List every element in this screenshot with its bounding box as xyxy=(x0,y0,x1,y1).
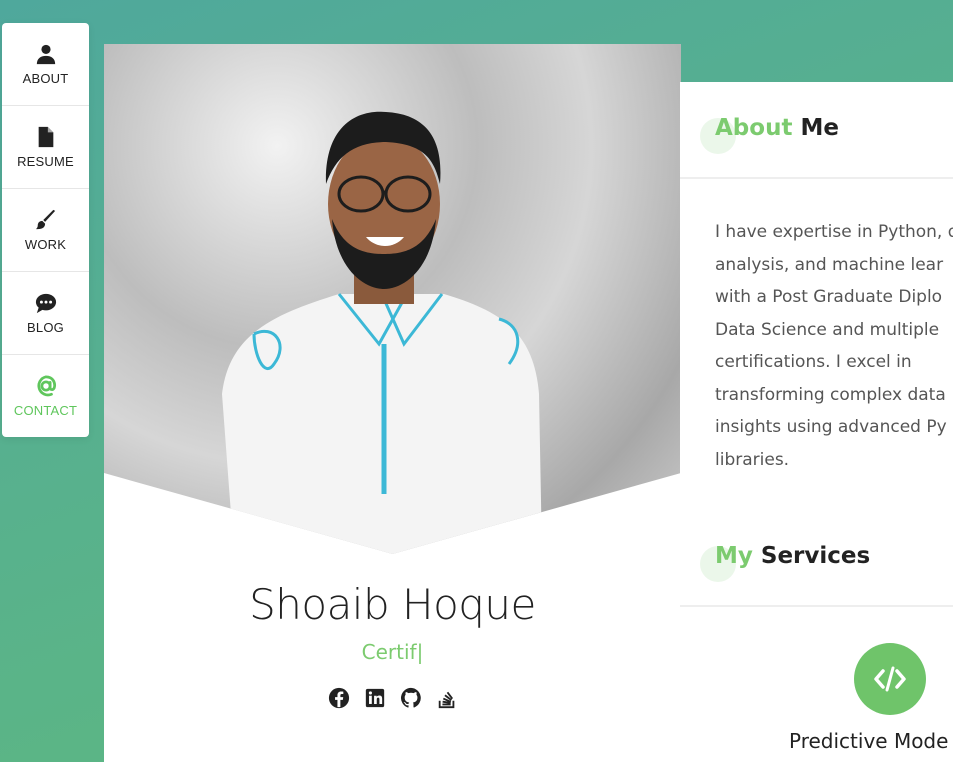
about-title-rest: Me xyxy=(792,115,839,141)
nav-label-resume: RESUME xyxy=(17,153,74,169)
about-line: analysis, and machine lear xyxy=(715,254,944,275)
services-title-accent: My xyxy=(715,543,753,569)
paintbrush-icon xyxy=(35,209,55,229)
linkedin-icon[interactable] xyxy=(364,687,386,709)
portrait-illustration xyxy=(222,111,542,554)
nav-label-blog: BLOG xyxy=(27,319,64,335)
nav-item-work[interactable]: WORK xyxy=(2,189,89,272)
nav-item-about[interactable]: ABOUT xyxy=(2,23,89,106)
github-icon[interactable] xyxy=(400,687,422,709)
about-line: I have expertise in Python, d xyxy=(715,222,953,242)
profile-photo xyxy=(104,44,681,554)
about-line: with a Post Graduate Diplo xyxy=(715,287,943,307)
nav-item-contact[interactable]: CONTACT xyxy=(2,355,89,438)
services-title: My Services xyxy=(715,543,870,569)
code-icon xyxy=(854,643,926,715)
typed-subtitle: Certif| xyxy=(361,640,424,664)
about-title-accent: About xyxy=(715,115,793,141)
person-icon xyxy=(36,44,55,64)
document-icon xyxy=(38,126,53,147)
nav-item-resume[interactable]: RESUME xyxy=(2,106,89,189)
nav-label-contact: CONTACT xyxy=(13,403,78,418)
about-line: insights using advanced Py xyxy=(715,417,947,437)
services-title-rest: Services xyxy=(752,543,871,569)
about-line: libraries. xyxy=(715,449,790,470)
about-title: About Me xyxy=(715,115,839,141)
nav-label-about: ABOUT xyxy=(22,70,69,86)
sidebar-nav: ABOUT RESUME WORK BLOG CONTACT xyxy=(2,23,89,437)
at-sign-icon xyxy=(36,375,56,397)
social-links xyxy=(104,687,681,709)
services-divider xyxy=(680,605,953,607)
chat-bubble-icon xyxy=(35,293,56,313)
stackoverflow-icon[interactable] xyxy=(436,687,458,709)
profile-name: Shoaib Hoque xyxy=(249,580,536,629)
about-paragraph: I have expertise in Python, d analysis, … xyxy=(715,216,953,476)
content-panel: About Me I have expertise in Python, d a… xyxy=(680,82,953,762)
nav-label-work: WORK xyxy=(24,236,67,252)
profile-card: Shoaib Hoque Certif| xyxy=(104,44,681,762)
nav-item-blog[interactable]: BLOG xyxy=(2,272,89,355)
about-line: Data Science and multiple xyxy=(715,319,940,340)
about-line: certifications. I excel in xyxy=(715,352,912,372)
about-line: transforming complex data xyxy=(715,384,946,405)
about-divider xyxy=(680,177,953,179)
service-title: Predictive Mode xyxy=(789,729,949,753)
facebook-icon[interactable] xyxy=(328,687,350,709)
